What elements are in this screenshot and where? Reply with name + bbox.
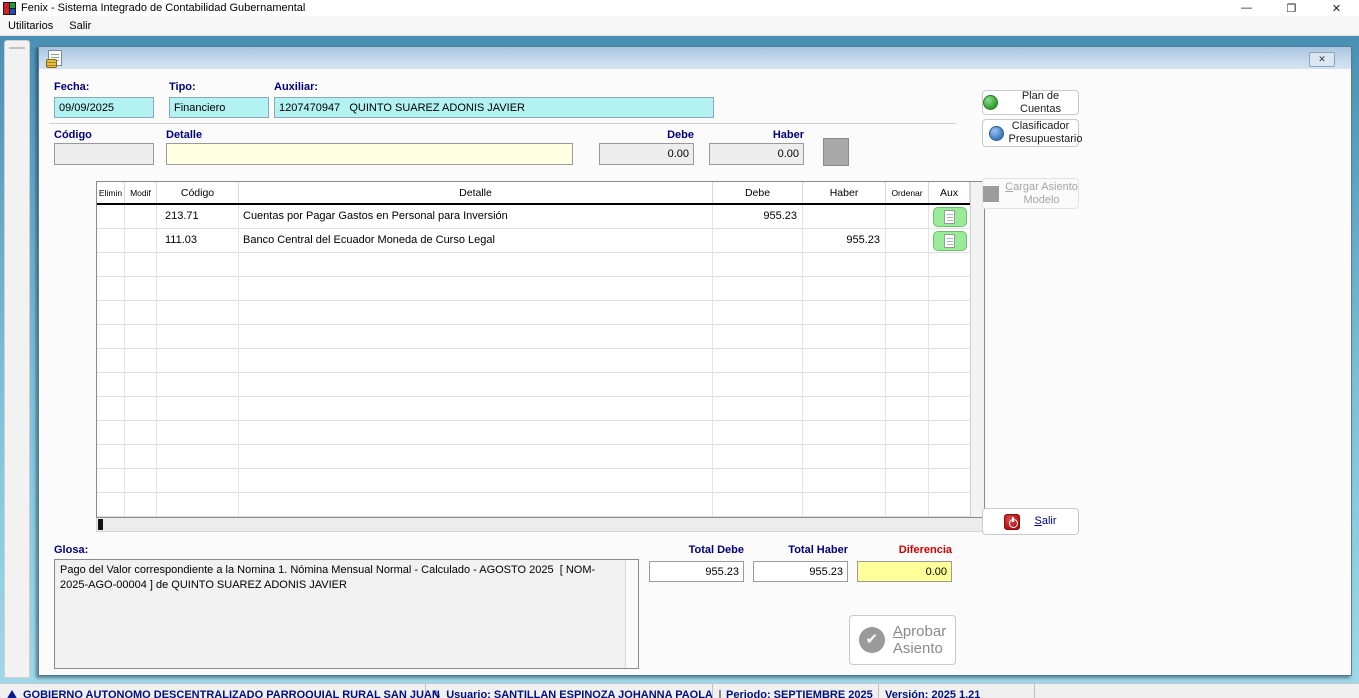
- table-row[interactable]: [97, 469, 970, 493]
- status-entity: GOBIERNO AUTONOMO DESCENTRALIZADO PARROQ…: [0, 684, 426, 698]
- blue-sphere-icon: [989, 126, 1004, 141]
- debe-label: Debe: [599, 129, 694, 141]
- header-aux[interactable]: Aux: [929, 182, 970, 203]
- total-haber-label: Total Haber: [753, 544, 848, 556]
- total-haber-field: [753, 561, 848, 582]
- table-row[interactable]: [97, 397, 970, 421]
- hscroll-thumb[interactable]: [98, 519, 103, 530]
- header-haber[interactable]: Haber: [803, 182, 886, 203]
- tipo-field[interactable]: [169, 97, 269, 118]
- application-window: Fenix - Sistema Integrado de Contabilida…: [0, 0, 1359, 698]
- table-vertical-scrollbar[interactable]: [970, 182, 984, 517]
- calendar-icon: [719, 690, 721, 698]
- table-row[interactable]: [97, 445, 970, 469]
- table-row[interactable]: [97, 373, 970, 397]
- aprobar-asiento-button[interactable]: ✔ AprobarAsiento: [849, 615, 956, 665]
- table-horizontal-scrollbar[interactable]: [96, 518, 985, 532]
- table-row[interactable]: [97, 325, 970, 349]
- document-icon: [944, 234, 955, 248]
- debe-field[interactable]: [599, 143, 694, 165]
- add-entry-button[interactable]: [823, 138, 849, 166]
- header-modif[interactable]: Modif: [125, 182, 157, 203]
- gray-square-icon: [983, 186, 999, 202]
- detalle-label: Detalle: [166, 129, 202, 141]
- auxiliar-label: Auxiliar:: [274, 81, 318, 93]
- detalle-field[interactable]: [166, 143, 573, 165]
- auxiliar-field[interactable]: [274, 97, 714, 118]
- document-coins-icon: [48, 50, 62, 66]
- glosa-textarea[interactable]: Pago del Valor correspondiente a la Nomi…: [54, 559, 639, 669]
- codigo-field[interactable]: [54, 143, 154, 165]
- user-icon: ✎: [432, 688, 441, 698]
- document-icon: [944, 210, 955, 224]
- status-periodo: Periodo: SEPTIEMBRE 2025: [713, 684, 879, 698]
- glosa-scrollbar[interactable]: [625, 560, 638, 668]
- app-icon: [3, 2, 16, 15]
- table-header: Elimin Modif Código Detalle Debe Haber O…: [97, 182, 970, 205]
- asiento-window: ✕ Fecha: Tipo: Auxiliar: Código Detalle …: [38, 46, 1352, 676]
- menu-salir[interactable]: Salir: [61, 18, 99, 34]
- clasificador-presupuestario-button[interactable]: Clasificador Presupuestario: [982, 119, 1079, 147]
- aux-button[interactable]: [933, 231, 967, 251]
- statusbar: GOBIERNO AUTONOMO DESCENTRALIZADO PARROQ…: [0, 683, 1359, 698]
- total-debe-field: [649, 561, 744, 582]
- total-debe-label: Total Debe: [649, 544, 744, 556]
- status-version: Versión: 2025 1.21: [879, 684, 1035, 698]
- green-sphere-icon: [983, 95, 998, 110]
- window-title: Fenix - Sistema Integrado de Contabilida…: [21, 2, 305, 14]
- table-row[interactable]: 213.71Cuentas por Pagar Gastos en Person…: [97, 205, 970, 229]
- entries-table: Elimin Modif Código Detalle Debe Haber O…: [96, 181, 985, 518]
- header-detalle[interactable]: Detalle: [239, 182, 713, 203]
- menubar: Utilitarios Salir: [0, 16, 1359, 36]
- header-codigo[interactable]: Código: [157, 182, 239, 203]
- fecha-field[interactable]: [54, 97, 154, 118]
- table-row[interactable]: [97, 301, 970, 325]
- child-titlebar: ✕: [39, 47, 1351, 69]
- header-ordenar[interactable]: Ordenar: [886, 182, 929, 203]
- table-row[interactable]: [97, 493, 970, 517]
- table-row[interactable]: [97, 421, 970, 445]
- table-row[interactable]: [97, 253, 970, 277]
- os-titlebar: Fenix - Sistema Integrado de Contabilida…: [0, 0, 1359, 16]
- child-close-icon[interactable]: ✕: [1309, 52, 1335, 67]
- mdi-area: ✕ Fecha: Tipo: Auxiliar: Código Detalle …: [0, 36, 1359, 683]
- tipo-label: Tipo:: [169, 81, 196, 93]
- aux-button[interactable]: [933, 207, 967, 227]
- table-row[interactable]: [97, 277, 970, 301]
- minimize-icon[interactable]: —: [1224, 0, 1269, 16]
- check-icon: ✔: [859, 627, 885, 653]
- salir-button[interactable]: Salir: [982, 508, 1079, 535]
- restore-icon[interactable]: ❐: [1269, 0, 1314, 16]
- haber-field[interactable]: [709, 143, 804, 165]
- haber-label: Haber: [709, 129, 804, 141]
- fecha-label: Fecha:: [54, 81, 89, 93]
- status-usuario: ✎ Usuario: SANTILLAN ESPINOZA JOHANNA PA…: [426, 684, 713, 698]
- table-row[interactable]: [97, 349, 970, 373]
- header-debe[interactable]: Debe: [713, 182, 803, 203]
- table-body: 213.71Cuentas por Pagar Gastos en Person…: [97, 205, 970, 517]
- panel-grip[interactable]: [9, 47, 25, 49]
- collapsed-side-panel[interactable]: [4, 40, 30, 678]
- cargar-asiento-modelo-button[interactable]: Cargar AsientoModelo: [982, 178, 1079, 209]
- glosa-label: Glosa:: [54, 544, 88, 556]
- diferencia-field: [857, 561, 952, 582]
- menu-utilitarios[interactable]: Utilitarios: [0, 18, 61, 34]
- codigo-label: Código: [54, 129, 92, 141]
- power-icon: [1004, 514, 1020, 530]
- table-row[interactable]: 111.03Banco Central del Ecuador Moneda d…: [97, 229, 970, 253]
- close-icon[interactable]: ✕: [1314, 0, 1359, 16]
- header-elimin[interactable]: Elimin: [97, 182, 125, 203]
- diferencia-label: Diferencia: [857, 544, 952, 556]
- entity-icon: [6, 690, 18, 698]
- plan-de-cuentas-button[interactable]: Plan de Cuentas: [982, 90, 1079, 115]
